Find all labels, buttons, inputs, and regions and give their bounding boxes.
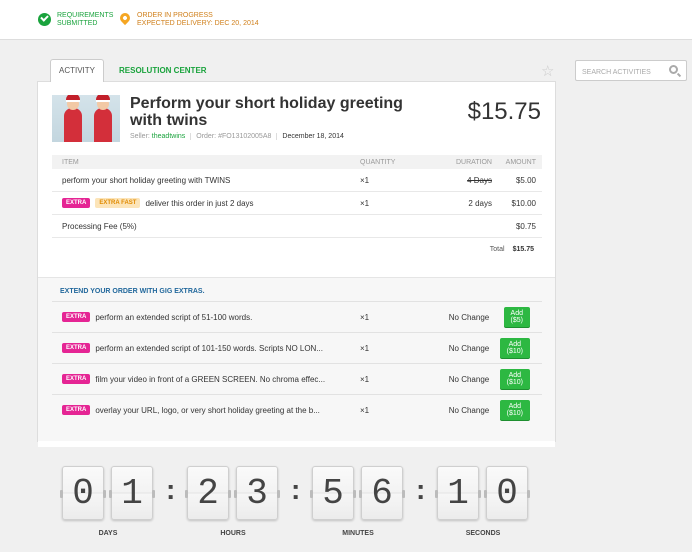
extra-description: film your video in front of a GREEN SCRE… <box>95 374 326 384</box>
extras-heading: EXTEND YOUR ORDER WITH GIG EXTRAS. <box>60 288 205 295</box>
header-quantity: QUANTITY <box>360 158 396 166</box>
extra-qty[interactable]: ×1 <box>360 375 424 384</box>
order-meta: Seller: theadtwins Order: #FO13102005A8 … <box>130 133 349 140</box>
header-item: ITEM <box>62 158 79 166</box>
countdown-colon: : <box>166 474 176 505</box>
countdown-colon: : <box>291 474 301 505</box>
status-bar: REQUIREMENTS SUBMITTED ORDER IN PROGRESS… <box>0 0 692 40</box>
tab-activity[interactable]: ACTIVITY <box>50 59 104 82</box>
countdown-digit: 1 <box>109 466 155 520</box>
gig-extras-section: EXTEND YOUR ORDER WITH GIG EXTRAS. EXTRA… <box>38 277 555 442</box>
location-pin-icon <box>117 10 133 26</box>
extras-list: EXTRA perform an extended script of 51-10… <box>52 301 542 425</box>
seller-link[interactable]: theadtwins <box>152 133 185 140</box>
header-duration: DURATION <box>455 158 492 166</box>
seller-label: Seller: <box>130 133 150 140</box>
table-row: EXTRA EXTRA FAST deliver this order in j… <box>52 192 542 215</box>
step-order-in-progress: ORDER IN PROGRESS EXPECTED DELIVERY: DEC… <box>117 10 259 28</box>
row-duration: 4 Days <box>467 175 492 185</box>
order-label: Order: <box>196 133 217 140</box>
extra-description: overlay your URL, logo, or very short ho… <box>95 405 320 415</box>
step1-line2: SUBMITTED <box>57 20 98 27</box>
extra-badge: EXTRA <box>62 405 91 415</box>
total-value: $15.75 <box>512 245 534 253</box>
list-item: EXTRA perform an extended script of 101-1… <box>52 332 542 363</box>
order-id: #FO13102005A8 <box>218 133 272 140</box>
table-row: Processing Fee (5%) $0.75 <box>52 215 542 238</box>
countdown-colon: : <box>416 474 426 505</box>
extra-change: No Change <box>448 312 490 322</box>
tab-resolution-center[interactable]: RESOLUTION CENTER <box>119 66 207 75</box>
total-label: Total <box>489 245 505 253</box>
step1-line1: REQUIREMENTS <box>57 12 114 19</box>
countdown-label-seconds: SECONDS <box>465 530 501 537</box>
row-qty: ×1 <box>360 175 370 185</box>
countdown-digit: 0 <box>484 466 530 520</box>
order-card: Perform your short holiday greeting with… <box>37 81 556 447</box>
extra-badge: EXTRA <box>62 198 91 208</box>
extra-qty[interactable]: ×1 <box>360 313 424 322</box>
gig-thumbnail[interactable] <box>52 95 120 142</box>
countdown-digit: 5 <box>310 466 356 520</box>
search-input[interactable] <box>582 63 670 82</box>
add-extra-button[interactable]: Add ($5) <box>503 307 530 327</box>
extra-fast-badge: EXTRA FAST <box>95 198 141 208</box>
table-row: perform your short holiday greeting with… <box>52 169 542 192</box>
step2-line2: EXPECTED DELIVERY: DEC 20, 2014 <box>137 20 259 27</box>
countdown-label-minutes: MINUTES <box>342 530 374 537</box>
step-requirements-submitted: REQUIREMENTS SUBMITTED <box>38 12 113 28</box>
list-item: EXTRA perform an extended script of 51-10… <box>52 301 542 332</box>
countdown-digit: 1 <box>435 466 481 520</box>
search-icon[interactable] <box>669 65 678 74</box>
countdown-digit: 2 <box>185 466 231 520</box>
row-item: perform your short holiday greeting with… <box>62 175 231 185</box>
table-header: ITEM QUANTITY DURATION AMOUNT <box>52 155 542 169</box>
search-box <box>575 60 687 82</box>
header-amount: AMOUNT <box>505 158 536 166</box>
countdown-label-days: DAYS <box>98 530 118 537</box>
star-icon[interactable]: ☆ <box>541 62 554 80</box>
order-total: Total $15.75 <box>52 238 542 260</box>
order-price: $15.75 <box>467 98 541 125</box>
countdown-digit: 6 <box>359 466 405 520</box>
add-extra-button[interactable]: Add ($10) <box>499 400 530 420</box>
countdown-label-hours: HOURS <box>220 530 246 537</box>
countdown-digit: 0 <box>60 466 106 520</box>
row-amount: $0.75 <box>515 221 536 231</box>
extra-qty[interactable]: ×1 <box>360 344 424 353</box>
add-extra-button[interactable]: Add ($10) <box>499 338 530 358</box>
order-title[interactable]: Perform your short holiday greeting with… <box>130 95 430 129</box>
row-item: Processing Fee (5%) <box>62 221 137 231</box>
row-amount: $10.00 <box>511 198 536 208</box>
countdown-digit: 3 <box>234 466 280 520</box>
list-item: EXTRA overlay your URL, logo, or very sho… <box>52 394 542 425</box>
order-date: December 18, 2014 <box>276 133 348 140</box>
row-amount: $5.00 <box>515 175 536 185</box>
extra-description: perform an extended script of 101-150 wo… <box>95 343 323 353</box>
step2-line1: ORDER IN PROGRESS <box>137 12 213 19</box>
check-circle-icon <box>38 13 51 26</box>
extra-badge: EXTRA <box>62 374 91 384</box>
add-extra-button[interactable]: Add ($10) <box>499 369 530 389</box>
list-item: EXTRA film your video in front of a GREEN… <box>52 363 542 394</box>
extra-qty[interactable]: ×1 <box>360 406 424 415</box>
order-table: ITEM QUANTITY DURATION AMOUNT perform yo… <box>52 155 542 260</box>
row-qty: ×1 <box>360 198 370 208</box>
row-item: deliver this order in just 2 days <box>145 198 254 208</box>
extra-description: perform an extended script of 51-100 wor… <box>95 312 253 322</box>
extra-badge: EXTRA <box>62 343 91 353</box>
extra-badge: EXTRA <box>62 312 91 322</box>
row-duration: 2 days <box>468 198 492 208</box>
